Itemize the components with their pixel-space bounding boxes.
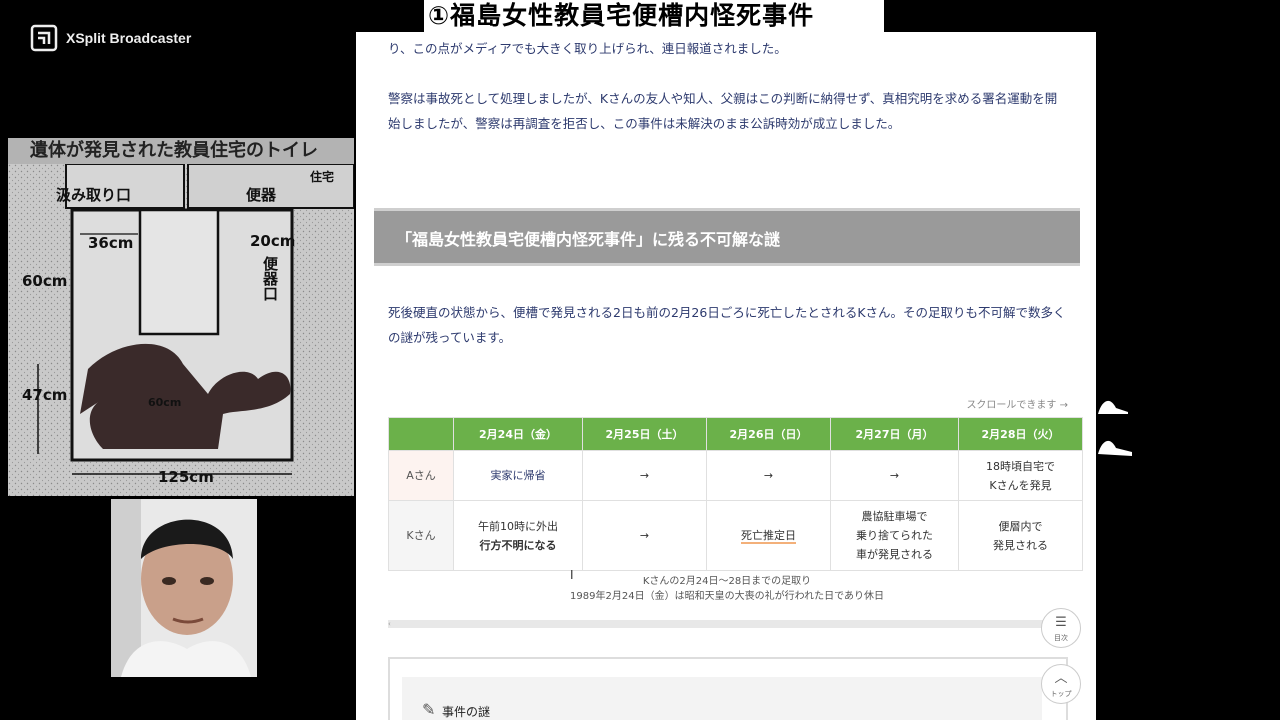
portrait-photo	[111, 499, 257, 677]
table-horizontal-scrollbar[interactable]: ‹	[388, 620, 1066, 628]
table-header-cell: 2月27日（月）	[830, 417, 959, 451]
arrow-cell: →	[830, 450, 959, 501]
table-header-row: 2月24日（金） 2月25日（土） 2月26日（日） 2月27日（月） 2月28…	[388, 417, 1083, 451]
article-page[interactable]: り、この点がメディアでも大きく取り上げられ、連日報道されました。 警察は事故死と…	[356, 32, 1096, 720]
paragraph-mystery: 死後硬直の状態から、便槽で発見される2日も前の2月26日ごろに死亡したとされるK…	[388, 305, 1066, 345]
paragraph-police: 警察は事故死として処理しましたが、Kさんの友人や知人、父親はこの判断に納得せず、…	[388, 91, 1058, 131]
table-cell: 便層内で 発見される	[958, 500, 1083, 571]
toc-button[interactable]: ☰ 目次	[1041, 608, 1081, 648]
label-36cm: 36cm	[88, 234, 134, 252]
plan-header: 遺体が発見された教員住宅のトイレ	[8, 138, 354, 164]
table-header-cell: 2月25日（土）	[582, 417, 707, 451]
list-icon: ☰	[1055, 615, 1067, 630]
row-label-k: Kさん	[388, 500, 454, 571]
caption-line-1: Kさんの2月24日〜28日までの足取り	[642, 576, 812, 587]
hat-decoration-icon	[1098, 400, 1132, 456]
table-header-cell: 2月26日（日）	[706, 417, 831, 451]
label-benkiguchi: 便器口	[261, 256, 279, 301]
missing-emphasis: 行方不明になる	[479, 538, 557, 552]
label-60cm-left: 60cm	[22, 272, 68, 290]
mystery-box-title: 事件の謎	[442, 705, 491, 719]
back-to-top-button[interactable]: ︿ トップ	[1041, 664, 1081, 704]
arrow-cell: →	[706, 450, 831, 501]
table-caption: Kさんの2月24日〜28日までの足取り 1989年2月24日（金）は昭和天皇の大…	[388, 574, 1066, 604]
schedule-table: 2月24日（金） 2月25日（土） 2月26日（日） 2月27日（月） 2月28…	[388, 417, 1083, 571]
table-header-cell: 2月28日（火）	[958, 417, 1083, 451]
label-60cm-body: 60cm	[148, 396, 182, 409]
table-header-cell	[388, 417, 454, 451]
table-cell: 死亡推定日	[706, 500, 831, 571]
arrow-cell: →	[582, 500, 707, 571]
chevron-up-icon: ︿	[1054, 671, 1068, 686]
arrow-cell: →	[582, 450, 707, 501]
death-date-marker: 死亡推定日	[741, 529, 796, 544]
mystery-box-inner	[402, 677, 1042, 720]
toilet-floor-plan: 遺体が発見された教員住宅のトイレ 汲み取り口 便器 住宅 36cm 20cm 便…	[8, 138, 354, 496]
label-20cm: 20cm	[250, 232, 296, 250]
section-heading: 「福島女性教員宅便槽内怪死事件」に残る不可解な謎	[374, 208, 1080, 266]
cell-line: 午前10時に外出	[478, 519, 558, 533]
scroll-hint: スクロールできます →	[966, 400, 1068, 411]
row-label-a: Aさん	[388, 450, 454, 501]
pen-icon: ✎	[422, 700, 436, 719]
xsplit-watermark: XSplit Broadcaster	[30, 24, 191, 52]
paragraph-media: り、この点がメディアでも大きく取り上げられ、連日報道されました。	[388, 41, 787, 56]
xsplit-logo-icon	[30, 24, 58, 52]
portrait-illustration	[111, 499, 257, 677]
floor-plan-drawing	[8, 164, 354, 496]
label-benki: 便器	[246, 186, 277, 204]
xsplit-name: XSplit Broadcaster	[66, 30, 192, 46]
table-cell: 実家に帰省	[453, 450, 583, 501]
text-cursor-icon: I	[570, 568, 574, 582]
table-header-cell: 2月24日（金）	[453, 417, 583, 451]
caption-line-2: 1989年2月24日（金）は昭和天皇の大喪の礼が行われた日であり休日	[570, 591, 884, 602]
table-row: Kさん 午前10時に外出 行方不明になる → 死亡推定日 農協駐車場で 乗り捨て…	[388, 500, 1083, 571]
table-cell: 18時頃自宅で Kさんを発見	[958, 450, 1083, 501]
table-cell: 農協駐車場で 乗り捨てられた 車が発見される	[830, 500, 959, 571]
label-47cm: 47cm	[22, 386, 68, 404]
label-jutaku: 住宅	[310, 170, 335, 184]
table-cell: 午前10時に外出 行方不明になる	[453, 500, 583, 571]
table-row: Aさん 実家に帰省 → → → 18時頃自宅で Kさんを発見	[388, 450, 1083, 501]
back-to-top-label: トップ	[1050, 690, 1072, 698]
label-kumitori: 汲み取り口	[56, 186, 132, 204]
toc-button-label: 目次	[1054, 634, 1068, 642]
video-title-banner: ①福島女性教員宅便槽内怪死事件	[424, 0, 884, 32]
label-125cm: 125cm	[158, 468, 214, 486]
